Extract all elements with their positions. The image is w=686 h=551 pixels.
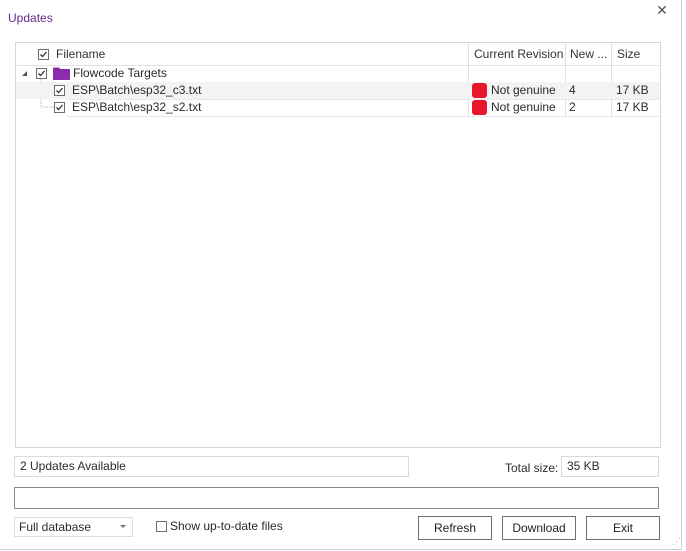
database-select[interactable]: Full database — [14, 517, 133, 537]
select-all-checkbox[interactable] — [38, 49, 49, 60]
download-button[interactable]: Download — [502, 516, 576, 540]
column-header-new[interactable]: New ... — [570, 43, 607, 65]
row-checkbox[interactable] — [54, 85, 65, 96]
table-row[interactable]: ESP\Batch\esp32_c3.txt Not genuine 4 17 … — [16, 82, 660, 99]
row-checkbox[interactable] — [54, 102, 65, 113]
grid-header: Filename Current Revision New ... Size — [16, 43, 660, 66]
group-checkbox[interactable] — [36, 68, 47, 79]
current-revision-cell: Not genuine — [491, 100, 556, 114]
dialog-title: Updates — [8, 11, 53, 25]
updates-tree-grid[interactable]: Filename Current Revision New ... Size F… — [15, 42, 661, 448]
refresh-button[interactable]: Refresh — [418, 516, 492, 540]
total-size-value: 35 KB — [561, 456, 659, 477]
status-not-genuine-icon — [472, 100, 487, 115]
resize-grip-icon[interactable]: ⋰ — [672, 537, 681, 546]
column-header-current-revision[interactable]: Current Revision — [474, 43, 563, 65]
current-revision-cell: Not genuine — [491, 83, 556, 97]
new-revision-cell: 2 — [569, 100, 576, 114]
show-uptodate-label[interactable]: Show up-to-date files — [170, 519, 283, 533]
database-select-value: Full database — [19, 520, 92, 534]
exit-button[interactable]: Exit — [586, 516, 660, 540]
row-divider — [66, 116, 660, 117]
updates-status-field: 2 Updates Available — [14, 456, 409, 477]
updates-dialog: Updates ✕ Filename Current Revision New … — [0, 0, 682, 550]
table-row[interactable]: ESP\Batch\esp32_s2.txt Not genuine 2 17 … — [16, 99, 660, 116]
column-header-filename[interactable]: Filename — [56, 43, 105, 65]
filename-cell: ESP\Batch\esp32_s2.txt — [72, 100, 202, 114]
size-cell: 17 KB — [616, 100, 649, 114]
size-cell: 17 KB — [616, 83, 649, 97]
group-label: Flowcode Targets — [73, 66, 167, 80]
status-not-genuine-icon — [472, 83, 487, 98]
chevron-down-icon[interactable] — [120, 525, 126, 528]
filename-cell: ESP\Batch\esp32_c3.txt — [72, 83, 202, 97]
tree-group-row[interactable]: Flowcode Targets — [16, 65, 660, 82]
show-uptodate-checkbox[interactable] — [156, 521, 167, 532]
download-progress-bar — [14, 487, 659, 509]
close-icon[interactable]: ✕ — [655, 3, 669, 17]
collapse-triangle-icon[interactable] — [21, 70, 28, 77]
new-revision-cell: 4 — [569, 83, 576, 97]
column-header-size[interactable]: Size — [617, 43, 640, 65]
total-size-label: Total size: — [505, 461, 559, 475]
